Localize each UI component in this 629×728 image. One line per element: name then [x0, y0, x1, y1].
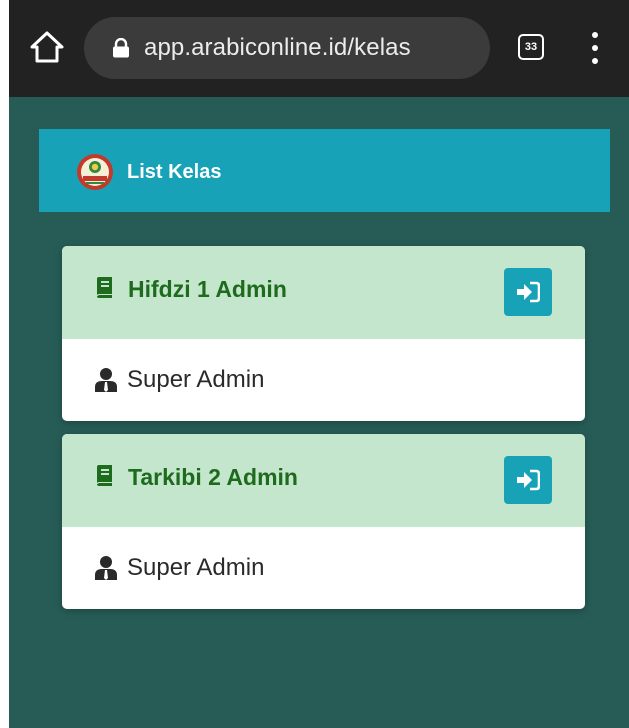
user-tie-icon — [95, 368, 117, 392]
tab-switcher-icon[interactable]: 33 — [518, 34, 544, 60]
class-owner: Super Admin — [127, 554, 265, 581]
sign-in-icon — [517, 469, 540, 491]
class-title[interactable]: Tarkibi 2 Admin — [128, 463, 298, 491]
class-card: Tarkibi 2 Admin Super Admin — [62, 434, 585, 609]
more-vert-icon[interactable] — [585, 30, 605, 66]
class-card-body: Super Admin — [62, 339, 585, 421]
class-owner: Super Admin — [127, 366, 265, 393]
class-card-body: Super Admin — [62, 527, 585, 609]
azhar-logo — [77, 154, 113, 190]
page-header: List Kelas — [39, 129, 610, 212]
url-text: app.arabiconline.id/kelas — [144, 34, 411, 61]
class-card: Hifdzi 1 Admin Super Admin — [62, 246, 585, 421]
book-icon — [95, 277, 113, 299]
class-card-header: Hifdzi 1 Admin — [62, 246, 585, 339]
enter-class-button[interactable] — [504, 268, 552, 316]
class-title[interactable]: Hifdzi 1 Admin — [128, 275, 287, 303]
sign-in-icon — [517, 281, 540, 303]
browser-toolbar: app.arabiconline.id/kelas 33 — [9, 0, 629, 97]
class-card-header: Tarkibi 2 Admin — [62, 434, 585, 527]
enter-class-button[interactable] — [504, 456, 552, 504]
user-tie-icon — [95, 556, 117, 580]
page-title: List Kelas — [127, 161, 222, 183]
book-icon — [95, 465, 113, 487]
lock-icon — [112, 37, 130, 58]
home-icon[interactable] — [29, 30, 65, 64]
phone-screen: app.arabiconline.id/kelas 33 List Kelas — [0, 0, 629, 728]
address-bar[interactable]: app.arabiconline.id/kelas — [84, 17, 490, 79]
page-content: List Kelas Hifdzi 1 Admin Super Admin Ta… — [9, 97, 629, 728]
